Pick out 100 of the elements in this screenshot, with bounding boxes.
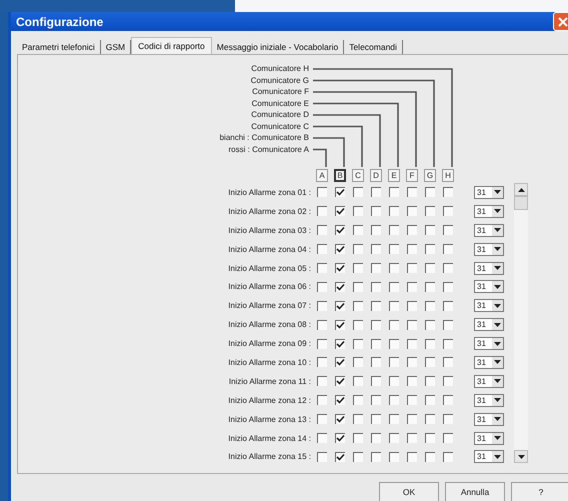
column-button[interactable]: A — [316, 168, 328, 182]
checkbox[interactable] — [389, 206, 399, 216]
checkbox[interactable] — [317, 225, 327, 236]
checkbox[interactable] — [389, 452, 399, 462]
checkbox[interactable] — [317, 244, 327, 254]
checkbox[interactable] — [371, 357, 381, 368]
checkbox[interactable] — [353, 414, 363, 424]
checkbox[interactable] — [389, 395, 399, 406]
value-dropdown[interactable]: 31 — [474, 242, 504, 256]
checkbox[interactable] — [407, 187, 417, 198]
checkbox[interactable] — [353, 263, 363, 273]
checkbox[interactable] — [335, 452, 345, 462]
checkbox[interactable] — [407, 357, 417, 368]
value-dropdown[interactable]: 31 — [474, 450, 504, 464]
column-button[interactable]: H — [442, 168, 454, 182]
checkbox[interactable] — [317, 452, 327, 462]
checkbox[interactable] — [407, 225, 417, 236]
value-dropdown[interactable]: 31 — [474, 224, 504, 237]
checkbox[interactable] — [317, 433, 327, 444]
checkbox[interactable] — [371, 433, 381, 444]
checkbox[interactable] — [443, 376, 453, 386]
checkbox[interactable] — [371, 244, 381, 254]
checkbox[interactable] — [389, 376, 399, 386]
checkbox[interactable] — [389, 225, 399, 236]
checkbox[interactable] — [317, 187, 327, 198]
checkbox[interactable] — [371, 300, 381, 311]
value-dropdown[interactable]: 31 — [474, 356, 504, 369]
checkbox[interactable] — [407, 206, 417, 216]
checkbox[interactable] — [371, 263, 381, 273]
checkbox[interactable] — [317, 395, 327, 406]
checkbox[interactable] — [425, 452, 435, 462]
checkbox[interactable] — [443, 357, 453, 368]
checkbox[interactable] — [335, 433, 345, 444]
checkbox[interactable] — [389, 187, 399, 198]
checkbox[interactable] — [317, 263, 327, 273]
close-button[interactable] — [553, 12, 568, 31]
checkbox[interactable] — [443, 338, 453, 349]
column-button[interactable]: G — [424, 168, 436, 182]
checkbox[interactable] — [407, 452, 417, 462]
checkbox[interactable] — [371, 338, 381, 349]
checkbox[interactable] — [407, 376, 417, 386]
checkbox[interactable] — [407, 433, 417, 444]
column-button[interactable]: D — [370, 168, 382, 182]
checkbox[interactable] — [407, 320, 417, 330]
column-button[interactable]: E — [388, 168, 400, 182]
checkbox[interactable] — [443, 433, 453, 444]
checkbox[interactable] — [317, 414, 327, 424]
checkbox[interactable] — [425, 263, 435, 273]
checkbox[interactable] — [425, 395, 435, 406]
tab[interactable]: Codici di rapporto — [131, 37, 212, 54]
dialog-button[interactable]: OK — [379, 482, 439, 501]
checkbox[interactable] — [335, 395, 345, 406]
checkbox[interactable] — [407, 338, 417, 349]
checkbox[interactable] — [443, 320, 453, 330]
checkbox[interactable] — [389, 263, 399, 273]
checkbox[interactable] — [389, 282, 399, 292]
checkbox[interactable] — [317, 357, 327, 368]
checkbox[interactable] — [443, 206, 453, 216]
checkbox[interactable] — [353, 282, 363, 292]
checkbox[interactable] — [443, 452, 453, 462]
checkbox[interactable] — [371, 452, 381, 462]
checkbox[interactable] — [353, 320, 363, 330]
checkbox[interactable] — [389, 244, 399, 254]
checkbox[interactable] — [353, 338, 363, 349]
checkbox[interactable] — [425, 282, 435, 292]
checkbox[interactable] — [317, 376, 327, 386]
checkbox[interactable] — [335, 320, 345, 330]
checkbox[interactable] — [425, 300, 435, 311]
checkbox[interactable] — [353, 244, 363, 254]
value-dropdown[interactable]: 31 — [474, 299, 504, 312]
checkbox[interactable] — [443, 395, 453, 406]
value-dropdown[interactable]: 31 — [474, 280, 504, 294]
checkbox[interactable] — [443, 187, 453, 198]
column-button[interactable]: F — [406, 168, 418, 182]
checkbox[interactable] — [371, 320, 381, 330]
checkbox[interactable] — [407, 244, 417, 254]
checkbox[interactable] — [335, 225, 345, 236]
checkbox[interactable] — [425, 244, 435, 254]
checkbox[interactable] — [335, 300, 345, 311]
checkbox[interactable] — [389, 300, 399, 311]
checkbox[interactable] — [425, 433, 435, 444]
checkbox[interactable] — [371, 206, 381, 216]
checkbox[interactable] — [407, 300, 417, 311]
checkbox[interactable] — [317, 338, 327, 349]
checkbox[interactable] — [443, 414, 453, 424]
value-dropdown[interactable]: 31 — [474, 204, 504, 218]
checkbox[interactable] — [335, 206, 345, 216]
checkbox[interactable] — [425, 187, 435, 198]
value-dropdown[interactable]: 31 — [474, 186, 504, 199]
checkbox[interactable] — [335, 282, 345, 292]
checkbox[interactable] — [353, 206, 363, 216]
checkbox[interactable] — [317, 300, 327, 311]
column-button[interactable]: B — [334, 168, 346, 182]
checkbox[interactable] — [407, 263, 417, 273]
checkbox[interactable] — [443, 282, 453, 292]
checkbox[interactable] — [335, 244, 345, 254]
value-dropdown[interactable]: 31 — [474, 262, 504, 274]
value-dropdown[interactable]: 31 — [474, 412, 504, 426]
checkbox[interactable] — [443, 225, 453, 236]
checkbox[interactable] — [353, 395, 363, 406]
